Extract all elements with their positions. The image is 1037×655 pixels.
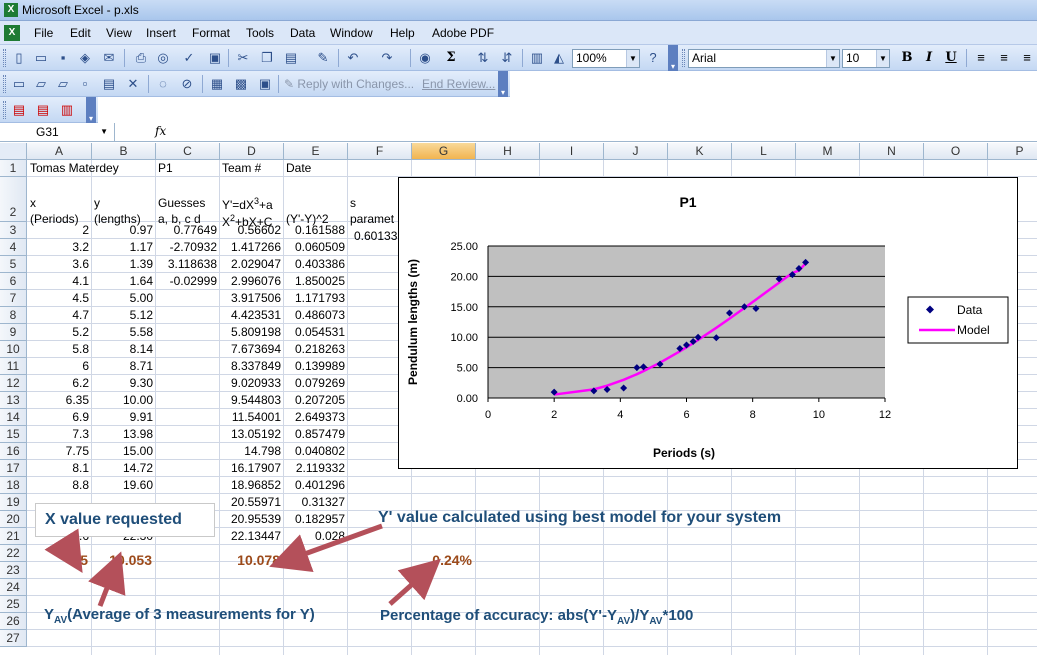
arrow-yprime xyxy=(269,523,383,573)
arrow-x-requested xyxy=(44,528,83,573)
arrow-overlay xyxy=(44,523,441,607)
arrow-yav xyxy=(88,551,126,607)
arrow-accuracy xyxy=(388,558,441,606)
